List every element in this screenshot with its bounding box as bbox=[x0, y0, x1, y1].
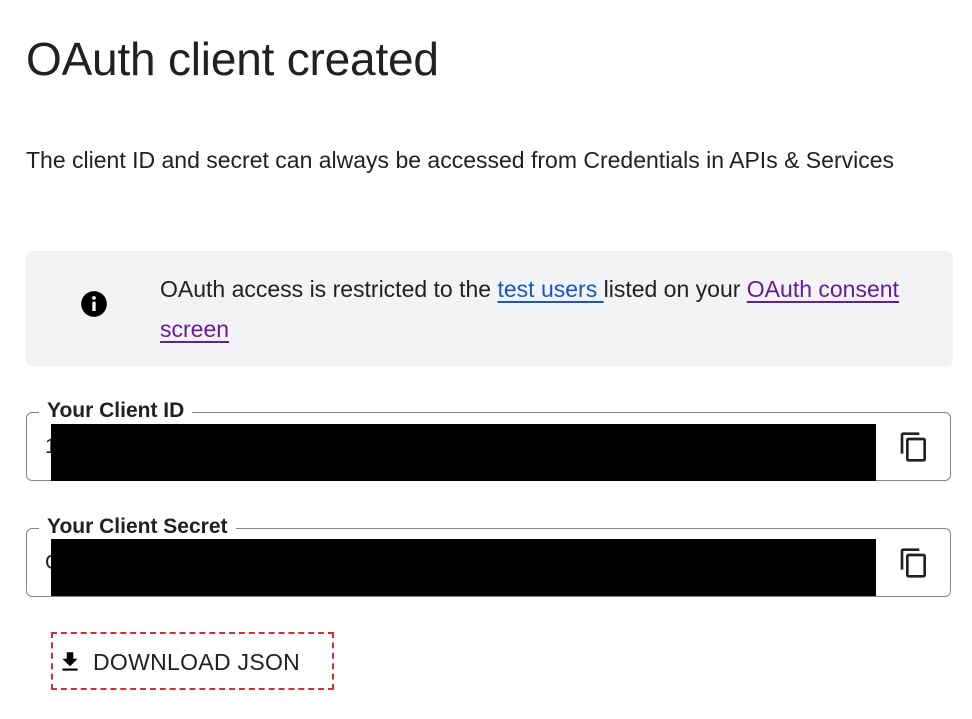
info-notice-text: OAuth access is restricted to the test u… bbox=[160, 269, 920, 349]
copy-icon[interactable] bbox=[898, 430, 930, 464]
download-json-label: DOWNLOAD JSON bbox=[93, 649, 301, 675]
test-users-link[interactable]: test users bbox=[497, 276, 603, 302]
notice-text-middle: listed on your bbox=[603, 276, 747, 302]
info-notice: OAuth access is restricted to the test u… bbox=[26, 251, 953, 366]
copy-icon[interactable] bbox=[898, 546, 930, 580]
dialog-description: The client ID and secret can always be a… bbox=[26, 147, 895, 173]
download-icon bbox=[62, 652, 78, 671]
client-id-redaction bbox=[51, 424, 876, 481]
client-id-field[interactable]: Your Client ID 1 bbox=[26, 397, 951, 481]
client-secret-label: Your Client Secret bbox=[39, 513, 236, 541]
client-secret-redaction bbox=[51, 539, 876, 596]
client-secret-field[interactable]: Your Client Secret G bbox=[26, 513, 951, 597]
notice-text-before: OAuth access is restricted to the bbox=[160, 276, 498, 302]
info-icon bbox=[81, 291, 107, 317]
dialog-title: OAuth client created bbox=[26, 33, 439, 85]
client-id-label: Your Client ID bbox=[39, 397, 193, 425]
download-json-button[interactable]: DOWNLOAD JSON bbox=[51, 632, 334, 690]
